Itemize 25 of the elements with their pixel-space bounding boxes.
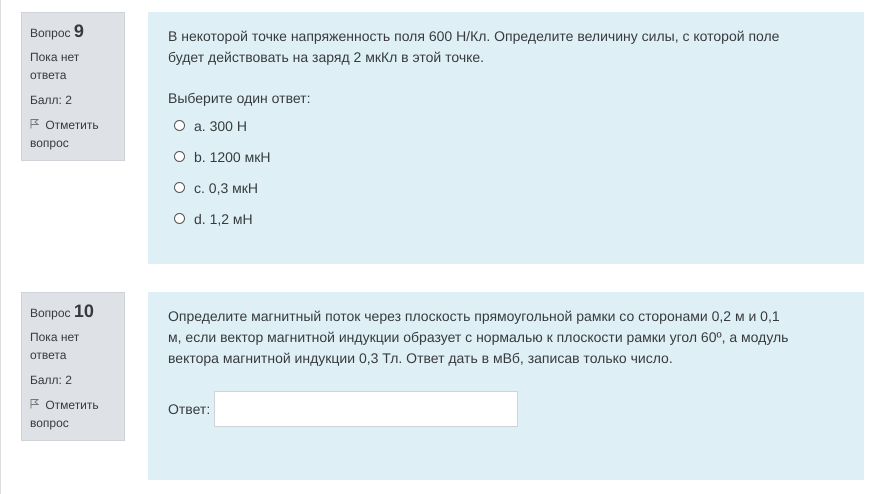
radio-button[interactable]	[174, 120, 185, 131]
flag-question-link[interactable]: Отметить вопрос	[30, 396, 116, 432]
answer-option[interactable]: c. 0,3 мкН	[194, 180, 258, 196]
flag-icon	[30, 398, 39, 409]
flag-icon	[30, 118, 39, 129]
question-number: 10	[74, 301, 94, 321]
question-text: Определите магнитный поток через плоскость прямоугольной рамки со сторонами 0,2 м и 0,1 м, если вектор магнитной индукции образует с нормалью к плоскости рамки угол 60º, а модуль вектора магнитной индукции 0,3 Тл. Ответ дать в мВб, записав только число.	[168, 307, 790, 368]
question-number: 9	[74, 21, 84, 41]
answer-field[interactable]	[214, 391, 518, 427]
flag-question-link[interactable]: Отметить вопрос	[30, 116, 116, 152]
answer-option[interactable]: b. 1200 мкН	[194, 148, 270, 164]
question-label: Вопрос	[30, 306, 71, 320]
radio-button[interactable]	[174, 182, 185, 193]
question-grade: Балл: 2	[30, 92, 73, 109]
question-grade: Балл: 2	[30, 372, 73, 389]
answer-option[interactable]: d. 1,2 мН	[194, 210, 253, 226]
question-status: Пока нет ответа	[30, 49, 80, 84]
answer-label: Ответ:	[168, 401, 210, 417]
question-status: Пока нет ответа	[30, 329, 80, 364]
radio-button[interactable]	[174, 151, 185, 162]
answer-prompt: Выберите один ответ:	[168, 90, 312, 106]
answer-option[interactable]: a. 300 Н	[194, 118, 247, 134]
question-label: Вопрос	[30, 26, 71, 40]
radio-button[interactable]	[174, 213, 185, 224]
question-text: В некоторой точке напряженность поля 600 Н/Кл. Определите величину силы, с которой поле будет действовать на заряд 2 мкКл в этой точке.	[168, 27, 780, 67]
